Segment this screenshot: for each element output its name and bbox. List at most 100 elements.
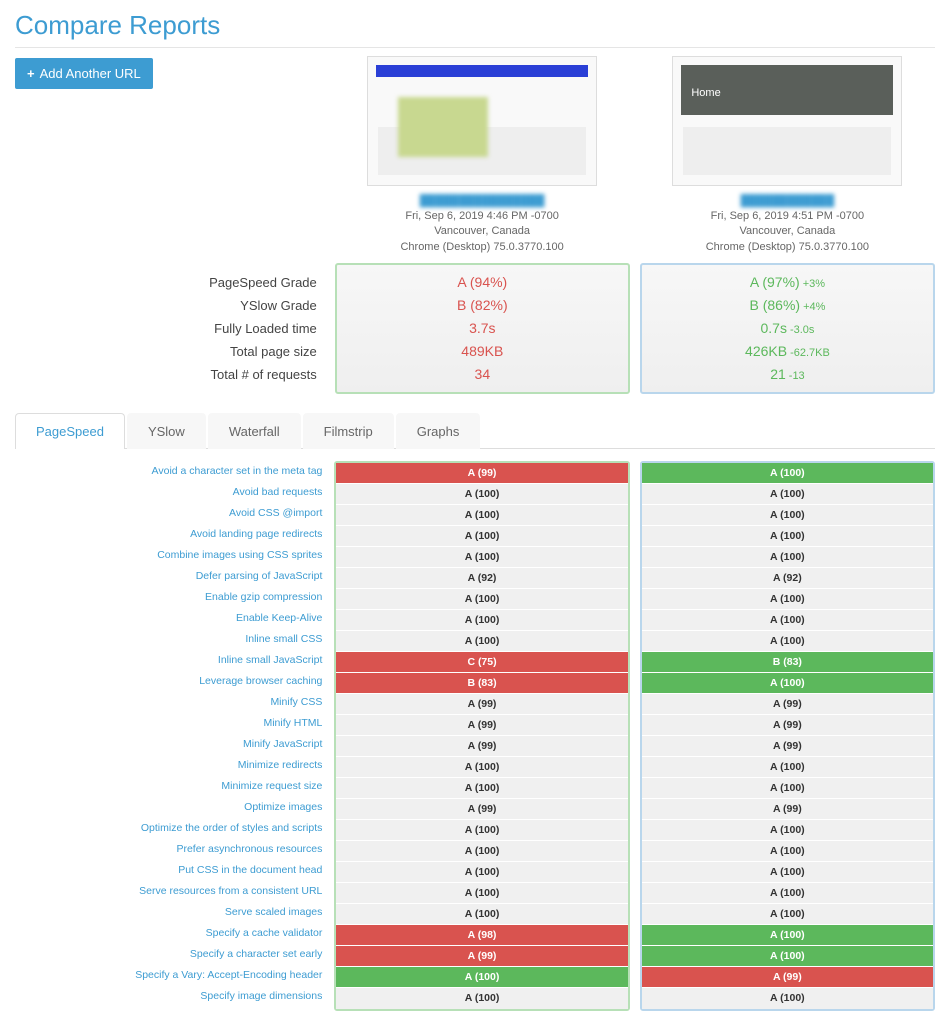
report-col-1: ████████████████ Fri, Sep 6, 2019 4:46 P… [334,56,629,255]
rule-label: Enable Keep-Alive [15,608,334,629]
rule-link[interactable]: Optimize images [244,801,322,813]
rule-cell-left: A (92) [336,568,627,589]
rule-labels: Avoid a character set in the meta tag Avo… [15,461,334,1011]
rule-label: Minify HTML [15,713,334,734]
rule-link[interactable]: Minimize request size [221,780,322,792]
rule-link[interactable]: Inline small CSS [245,633,322,645]
sum1-yslow: B (82%) [337,294,628,317]
rule-cell-right: A (100) [642,925,933,946]
top-left-actions: + Add Another URL [15,56,334,89]
rule-link[interactable]: Specify a character set early [190,948,322,960]
rule-label: Minify JavaScript [15,734,334,755]
rule-label: Inline small CSS [15,629,334,650]
rule-link[interactable]: Serve scaled images [225,906,322,918]
rule-link[interactable]: Enable gzip compression [205,591,322,603]
rule-cell-right: A (100) [642,883,933,904]
sum2-requests: 21-13 [642,363,933,386]
rule-col-1: A (99)A (100)A (100)A (100)A (100)A (92)… [334,461,629,1011]
tabs: PageSpeed YSlow Waterfall Filmstrip Grap… [15,412,935,449]
rule-cell-left: A (100) [336,526,627,547]
rule-cell-left: A (100) [336,589,627,610]
rule-cell-right: A (100) [642,589,933,610]
rule-label: Avoid a character set in the meta tag [15,461,334,482]
sum2-pagespeed: A (97%)+3% [642,271,933,294]
rule-cell-right: A (99) [642,967,933,988]
rule-cell-right: A (100) [642,547,933,568]
rule-cell-left: A (100) [336,778,627,799]
rule-cell-left: A (100) [336,757,627,778]
add-url-button[interactable]: + Add Another URL [15,58,153,89]
report-2-url-link[interactable]: ████████████ [741,195,835,207]
rule-link[interactable]: Serve resources from a consistent URL [139,885,322,897]
rule-link[interactable]: Enable Keep-Alive [236,612,322,624]
rule-cell-left: A (100) [336,631,627,652]
page-title: Compare Reports [15,10,935,48]
summary-box-2: A (97%)+3% B (86%)+4% 0.7s-3.0s 426KB-62… [640,263,935,394]
rule-cell-left: C (75) [336,652,627,673]
rule-cell-left: A (99) [336,694,627,715]
rule-cell-right: A (99) [642,799,933,820]
rule-label: Inline small JavaScript [15,650,334,671]
rule-label: Minimize request size [15,776,334,797]
rule-cell-right: A (100) [642,631,933,652]
tab-waterfall[interactable]: Waterfall [208,413,301,449]
rule-link[interactable]: Specify a Vary: Accept-Encoding header [135,969,322,981]
rule-link[interactable]: Avoid CSS @import [229,507,322,519]
report-1-thumbnail[interactable] [367,56,597,186]
label-load: Fully Loaded time [15,317,317,340]
report-col-2: ████████████ Fri, Sep 6, 2019 4:51 PM -0… [640,56,935,255]
sum1-pagespeed: A (94%) [337,271,628,294]
tab-graphs[interactable]: Graphs [396,413,481,449]
rule-link[interactable]: Specify a cache validator [206,927,323,939]
rule-cell-left: A (100) [336,610,627,631]
rule-label: Combine images using CSS sprites [15,545,334,566]
rule-label: Avoid CSS @import [15,503,334,524]
label-size: Total page size [15,340,317,363]
rule-link[interactable]: Minimize redirects [238,759,323,771]
rule-link[interactable]: Avoid a character set in the meta tag [152,465,323,477]
rule-cell-right: A (99) [642,715,933,736]
tab-yslow[interactable]: YSlow [127,413,206,449]
rule-link[interactable]: Combine images using CSS sprites [157,549,322,561]
rule-col-2: A (100)A (100)A (100)A (100)A (100)A (92… [640,461,935,1011]
sum2-yslow: B (86%)+4% [642,294,933,317]
rule-cell-left: A (100) [336,988,627,1009]
rule-cell-right: A (100) [642,673,933,694]
rule-link[interactable]: Inline small JavaScript [218,654,322,666]
rule-cell-left: A (98) [336,925,627,946]
rule-cell-right: A (100) [642,526,933,547]
rule-cell-right: A (100) [642,841,933,862]
sum2-load: 0.7s-3.0s [642,317,933,340]
rule-link[interactable]: Minify HTML [263,717,322,729]
rule-cell-right: A (100) [642,946,933,967]
rule-cell-left: A (100) [336,505,627,526]
rule-link[interactable]: Optimize the order of styles and scripts [141,822,323,834]
summary-labels: PageSpeed Grade YSlow Grade Fully Loaded… [15,263,335,394]
rule-cell-left: A (100) [336,862,627,883]
rule-link[interactable]: Specify image dimensions [200,990,322,1002]
rule-link[interactable]: Put CSS in the document head [178,864,322,876]
rule-label: Put CSS in the document head [15,860,334,881]
rule-label: Serve resources from a consistent URL [15,881,334,902]
rule-cell-left: A (100) [336,484,627,505]
rule-cell-right: A (100) [642,484,933,505]
rule-link[interactable]: Leverage browser caching [199,675,322,687]
rule-label: Specify a cache validator [15,923,334,944]
tab-filmstrip[interactable]: Filmstrip [303,413,394,449]
sum1-load: 3.7s [337,317,628,340]
tab-pagespeed[interactable]: PageSpeed [15,413,125,449]
report-1-url-link[interactable]: ████████████████ [420,195,545,207]
rule-cell-right: A (99) [642,694,933,715]
rule-link[interactable]: Minify CSS [270,696,322,708]
rule-link[interactable]: Defer parsing of JavaScript [196,570,323,582]
sum2-size: 426KB-62.7KB [642,340,933,363]
add-url-label: Add Another URL [40,66,141,81]
report-2-thumbnail[interactable] [672,56,902,186]
rule-link[interactable]: Minify JavaScript [243,738,322,750]
rule-cell-right: B (83) [642,652,933,673]
rule-cell-right: A (100) [642,862,933,883]
rule-link[interactable]: Avoid landing page redirects [190,528,322,540]
rule-link[interactable]: Avoid bad requests [233,486,323,498]
rule-link[interactable]: Prefer asynchronous resources [176,843,322,855]
label-requests: Total # of requests [15,363,317,386]
